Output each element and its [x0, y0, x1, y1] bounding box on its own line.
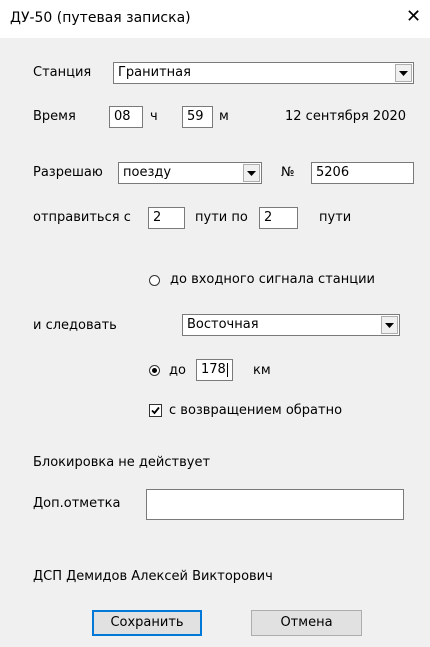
return-checkbox[interactable]	[149, 404, 162, 417]
blocking-text: Блокировка не действует	[33, 455, 211, 470]
recipient-value: поезду	[123, 165, 172, 180]
cancel-button[interactable]: Отмена	[251, 610, 362, 636]
minutes-input[interactable]: 59	[182, 106, 213, 128]
chevron-down-icon[interactable]	[381, 316, 398, 334]
dialog-body: Станция Гранитная Время 08 ч 59 м 12 сен…	[0, 38, 430, 647]
text-caret	[226, 362, 228, 377]
chevron-down-icon[interactable]	[395, 64, 412, 82]
chevron-down-icon[interactable]	[243, 164, 260, 182]
signal-option-label[interactable]: до входного сигнала станции	[170, 272, 375, 287]
return-label[interactable]: с возвращением обратно	[169, 403, 342, 418]
recipient-select[interactable]: поезду	[118, 162, 262, 184]
km-value: 178	[201, 362, 226, 377]
direction-select[interactable]: Восточная	[182, 314, 400, 336]
from-track-input[interactable]: 2	[148, 207, 185, 229]
save-button[interactable]: Сохранить	[92, 610, 202, 636]
checkmark-icon	[151, 406, 160, 415]
close-icon[interactable]: ✕	[406, 8, 421, 26]
depart-middle-label: пути по	[195, 210, 248, 225]
depart-prefix-label: отправиться с	[33, 210, 131, 225]
extra-label: Доп.отметка	[33, 496, 121, 511]
km-unit-label: км	[253, 363, 271, 378]
window-title: ДУ-50 (путевая записка)	[10, 10, 191, 26]
title-bar: ДУ-50 (путевая записка) ✕	[0, 0, 430, 38]
hours-unit: ч	[150, 109, 158, 124]
train-number-input[interactable]: 5206	[311, 162, 414, 184]
follow-label: и следовать	[33, 318, 117, 333]
date-text: 12 сентября 2020	[285, 109, 407, 124]
direction-value: Восточная	[187, 317, 259, 332]
number-label: №	[281, 165, 295, 180]
operator-text: ДСП Демидов Алексей Викторович	[33, 569, 273, 584]
to-label[interactable]: до	[169, 363, 186, 378]
signal-radio[interactable]	[149, 275, 160, 286]
km-input[interactable]: 178	[196, 359, 233, 381]
station-value: Гранитная	[118, 65, 191, 80]
hours-input[interactable]: 08	[109, 106, 143, 128]
km-radio[interactable]	[149, 365, 160, 376]
permit-label: Разрешаю	[33, 165, 103, 180]
time-label: Время	[33, 109, 76, 124]
extra-note-input[interactable]	[146, 489, 404, 520]
depart-suffix-label: пути	[319, 210, 352, 225]
to-track-input[interactable]: 2	[259, 207, 298, 229]
station-label: Станция	[33, 65, 92, 80]
minutes-unit: м	[219, 109, 229, 124]
station-select[interactable]: Гранитная	[113, 62, 414, 84]
